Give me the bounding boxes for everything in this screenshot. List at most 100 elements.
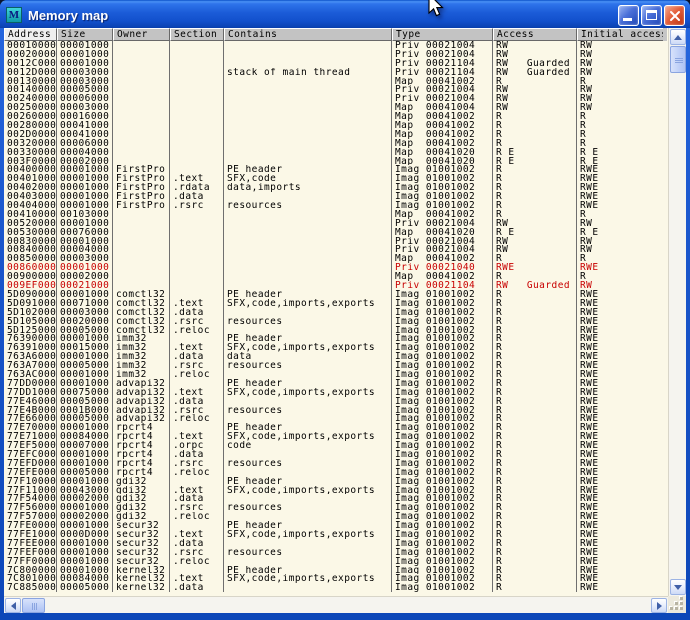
cell-contains[interactable]: SFX,code,imports,exports <box>224 343 392 352</box>
cell-initial-access[interactable]: RWE <box>577 494 663 503</box>
cell-initial-access[interactable]: RWE <box>577 503 663 512</box>
cell-size[interactable]: 00001000 <box>57 521 113 530</box>
column-header-access[interactable]: Access <box>493 28 577 41</box>
cell-contains[interactable]: PE header <box>224 165 392 174</box>
cell-contains[interactable] <box>224 139 392 148</box>
cell-section[interactable]: .data <box>170 352 224 361</box>
cell-section[interactable]: .text <box>170 174 224 183</box>
table-row[interactable]: 77EFC00000001000rpcrt4.dataImag 01001002… <box>4 450 667 459</box>
cell-address[interactable]: 77EFE000 <box>4 468 57 477</box>
table-row[interactable]: 0012D00000003000stack of main threadPriv… <box>4 68 667 77</box>
cell-owner[interactable]: gdi32 <box>113 503 170 512</box>
cell-address[interactable]: 00401000 <box>4 174 57 183</box>
cell-owner[interactable] <box>113 148 170 157</box>
cell-address[interactable]: 5D090000 <box>4 290 57 299</box>
cell-contains[interactable]: PE header <box>224 379 392 388</box>
cell-address[interactable]: 00900000 <box>4 272 57 281</box>
cell-type[interactable]: Imag 01001002 <box>392 566 493 575</box>
cell-access[interactable]: R <box>493 512 577 521</box>
cell-type[interactable]: Imag 01001002 <box>392 192 493 201</box>
cell-access[interactable]: RW <box>493 219 577 228</box>
cell-size[interactable]: 00001000 <box>57 290 113 299</box>
cell-access[interactable]: R <box>493 477 577 486</box>
cell-section[interactable] <box>170 103 224 112</box>
cell-initial-access[interactable]: RWE <box>577 566 663 575</box>
cell-owner[interactable] <box>113 228 170 237</box>
cell-size[interactable]: 00001000 <box>57 352 113 361</box>
cell-type[interactable]: Imag 01001002 <box>392 290 493 299</box>
cell-size[interactable]: 00001000 <box>57 219 113 228</box>
cell-section[interactable]: .rsrc <box>170 406 224 415</box>
cell-contains[interactable] <box>224 192 392 201</box>
cell-owner[interactable]: kernel32 <box>113 566 170 575</box>
cell-contains[interactable] <box>224 112 392 121</box>
cell-access[interactable]: R <box>493 361 577 370</box>
cell-address[interactable]: 0012D000 <box>4 68 57 77</box>
cell-initial-access[interactable]: RWE <box>577 574 663 583</box>
table-row[interactable]: 763A600000001000imm32.datadataImag 01001… <box>4 352 667 361</box>
cell-section[interactable]: .rsrc <box>170 548 224 557</box>
cell-address[interactable]: 7C801000 <box>4 574 57 583</box>
table-row[interactable]: 0053000000076000Map 00041020R ER E <box>4 228 667 237</box>
cell-size[interactable]: 0001B000 <box>57 406 113 415</box>
cell-initial-access[interactable]: RWE <box>577 263 663 272</box>
cell-access[interactable]: R <box>493 548 577 557</box>
cell-section[interactable] <box>170 423 224 432</box>
table-row[interactable]: 0013000000003000Map 00041002RR <box>4 77 667 86</box>
cell-access[interactable]: R <box>493 432 577 441</box>
cell-type[interactable]: Imag 01001002 <box>392 352 493 361</box>
table-row[interactable]: 77FE000000001000secur32PE headerImag 010… <box>4 521 667 530</box>
cell-size[interactable]: 00001000 <box>57 557 113 566</box>
cell-type[interactable]: Priv 00021004 <box>392 50 493 59</box>
cell-owner[interactable]: comctl32 <box>113 299 170 308</box>
cell-owner[interactable] <box>113 59 170 68</box>
cell-size[interactable]: 00001000 <box>57 459 113 468</box>
cell-owner[interactable]: imm32 <box>113 343 170 352</box>
cell-type[interactable]: Imag 01001002 <box>392 423 493 432</box>
cell-contains[interactable]: resources <box>224 406 392 415</box>
table-row[interactable]: 0033000000004000Map 00041020R ER E <box>4 148 667 157</box>
cell-section[interactable] <box>170 219 224 228</box>
cell-initial-access[interactable]: RWE <box>577 388 663 397</box>
cell-contains[interactable] <box>224 103 392 112</box>
cell-contains[interactable] <box>224 414 392 423</box>
cell-owner[interactable] <box>113 130 170 139</box>
cell-contains[interactable]: data,imports <box>224 183 392 192</box>
cell-initial-access[interactable]: RW <box>577 59 663 68</box>
cell-owner[interactable] <box>113 103 170 112</box>
cell-size[interactable]: 00001000 <box>57 174 113 183</box>
cell-contains[interactable]: resources <box>224 317 392 326</box>
cell-type[interactable]: Priv 00021004 <box>392 85 493 94</box>
cell-address[interactable]: 763A7000 <box>4 361 57 370</box>
close-button[interactable] <box>664 5 685 26</box>
table-row[interactable]: 0024000000006000Priv 00021004RWRW <box>4 94 667 103</box>
cell-contains[interactable] <box>224 228 392 237</box>
table-row[interactable]: 5D09100000071000comctl32.textSFX,code,im… <box>4 299 667 308</box>
cell-initial-access[interactable]: R <box>577 210 663 219</box>
cell-address[interactable]: 77DD0000 <box>4 379 57 388</box>
cell-access[interactable]: R <box>493 183 577 192</box>
cell-section[interactable] <box>170 272 224 281</box>
cell-initial-access[interactable]: RWE <box>577 512 663 521</box>
cell-owner[interactable] <box>113 139 170 148</box>
cell-section[interactable]: .reloc <box>170 370 224 379</box>
cell-address[interactable]: 76391000 <box>4 343 57 352</box>
cell-owner[interactable] <box>113 219 170 228</box>
cell-initial-access[interactable]: RW <box>577 68 663 77</box>
cell-section[interactable] <box>170 210 224 219</box>
cell-owner[interactable] <box>113 272 170 281</box>
cell-size[interactable]: 00006000 <box>57 94 113 103</box>
cell-address[interactable]: 00403000 <box>4 192 57 201</box>
cell-access[interactable]: R <box>493 254 577 263</box>
cell-initial-access[interactable]: RWE <box>577 183 663 192</box>
cell-address[interactable]: 00240000 <box>4 94 57 103</box>
cell-size[interactable]: 00001000 <box>57 334 113 343</box>
cell-size[interactable]: 00005000 <box>57 85 113 94</box>
cell-type[interactable]: Imag 01001002 <box>392 477 493 486</box>
cell-type[interactable]: Map 00041002 <box>392 139 493 148</box>
cell-initial-access[interactable]: RW <box>577 219 663 228</box>
cell-access[interactable]: R <box>493 121 577 130</box>
cell-contains[interactable] <box>224 237 392 246</box>
cell-access[interactable]: R <box>493 521 577 530</box>
cell-initial-access[interactable]: RWE <box>577 468 663 477</box>
